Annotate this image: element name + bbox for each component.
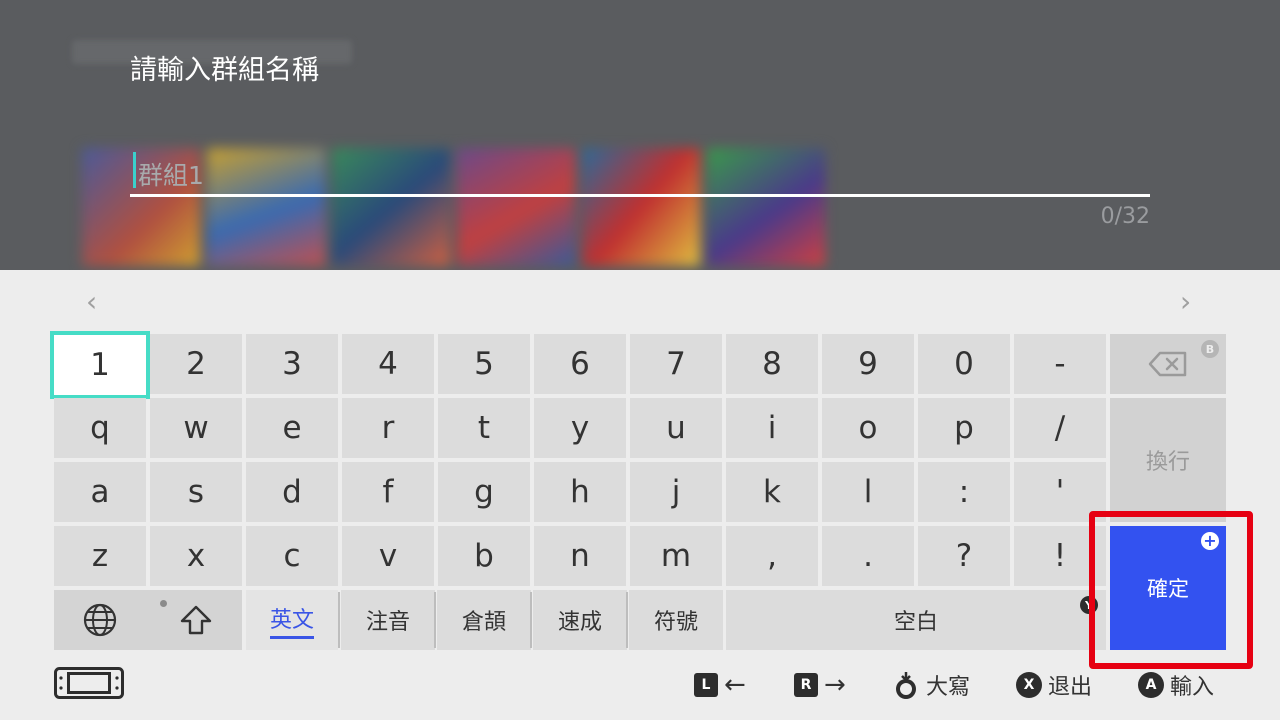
key-hyphen[interactable]: - — [1014, 334, 1106, 394]
key-h[interactable]: h — [534, 462, 626, 522]
hint-r-label: → — [824, 670, 846, 700]
mode-symbols[interactable]: 符號 — [629, 590, 723, 650]
next-page-arrow-icon[interactable]: › — [1180, 285, 1191, 318]
key-g[interactable]: g — [438, 462, 530, 522]
key-0[interactable]: 0 — [918, 334, 1010, 394]
newline-key[interactable]: 換行 — [1110, 398, 1226, 522]
key-p[interactable]: p — [918, 398, 1010, 458]
plus-button-badge-icon: + — [1201, 532, 1219, 550]
x-button-icon: X — [1016, 672, 1042, 698]
key-u[interactable]: u — [630, 398, 722, 458]
key-c[interactable]: c — [246, 526, 338, 586]
b-button-badge-icon: B — [1201, 340, 1219, 358]
a-button-icon: A — [1138, 672, 1164, 698]
hint-r-button: R → — [794, 670, 846, 700]
character-counter: 0/32 — [1100, 204, 1150, 229]
backspace-icon — [1148, 351, 1187, 377]
key-v[interactable]: v — [342, 526, 434, 586]
hint-stick-label: 大寫 — [926, 675, 971, 700]
mode-divider — [338, 592, 340, 648]
key-x[interactable]: x — [150, 526, 242, 586]
key-z[interactable]: z — [54, 526, 146, 586]
key-9[interactable]: 9 — [822, 334, 914, 394]
key-e[interactable]: e — [246, 398, 338, 458]
key-m[interactable]: m — [630, 526, 722, 586]
key-n[interactable]: n — [534, 526, 626, 586]
hint-a-button: A 輸入 — [1138, 670, 1214, 700]
key-3[interactable]: 3 — [246, 334, 338, 394]
input-placeholder: 群組1 — [138, 161, 204, 190]
handheld-console-icon — [54, 667, 124, 699]
mode-english[interactable]: 英文 — [246, 590, 338, 650]
dialog-title: 請輸入群組名稱 — [130, 55, 319, 86]
shift-arrow-icon — [180, 605, 212, 635]
key-question[interactable]: ? — [918, 526, 1010, 586]
key-slash[interactable]: / — [1014, 398, 1106, 458]
key-w[interactable]: w — [150, 398, 242, 458]
key-7[interactable]: 7 — [630, 334, 722, 394]
mode-zhuyin[interactable]: 注音 — [341, 590, 435, 650]
mode-quick[interactable]: 速成 — [533, 590, 627, 650]
space-key[interactable]: 空白 — [726, 590, 1106, 650]
key-t[interactable]: t — [438, 398, 530, 458]
hint-stick-press: 大寫 — [892, 670, 970, 700]
hint-x-button: X 退出 — [1016, 670, 1092, 700]
stick-press-icon — [896, 672, 916, 699]
r-button-icon: R — [794, 673, 818, 697]
shift-key[interactable] — [150, 590, 242, 650]
hint-l-label: ← — [724, 670, 746, 700]
mode-divider — [626, 592, 628, 648]
software-keyboard: ‹ › 1 2 3 4 5 6 7 8 9 0 - q w e r t y u … — [0, 270, 1280, 720]
shift-indicator-dot-icon — [160, 600, 167, 607]
mode-english-label: 英文 — [269, 602, 314, 639]
globe-key[interactable] — [54, 590, 146, 650]
key-i[interactable]: i — [726, 398, 818, 458]
key-5[interactable]: 5 — [438, 334, 530, 394]
mode-cangjie[interactable]: 倉頡 — [437, 590, 531, 650]
key-y[interactable]: y — [534, 398, 626, 458]
mode-divider — [434, 592, 436, 648]
key-l[interactable]: l — [822, 462, 914, 522]
key-period[interactable]: . — [822, 526, 914, 586]
text-caret — [133, 152, 136, 188]
button-hint-bar: L ← R → 大寫 X 退出 A 輸入 — [0, 667, 1280, 720]
prev-page-arrow-icon[interactable]: ‹ — [86, 285, 97, 318]
mode-divider — [530, 592, 532, 648]
key-r[interactable]: r — [342, 398, 434, 458]
hint-a-label: 輸入 — [1170, 675, 1215, 700]
key-comma[interactable]: , — [726, 526, 818, 586]
key-o[interactable]: o — [822, 398, 914, 458]
l-button-icon: L — [694, 673, 718, 697]
key-a[interactable]: a — [54, 462, 146, 522]
key-4[interactable]: 4 — [342, 334, 434, 394]
key-q[interactable]: q — [54, 398, 146, 458]
key-8[interactable]: 8 — [726, 334, 818, 394]
key-6[interactable]: 6 — [534, 334, 626, 394]
key-j[interactable]: j — [630, 462, 722, 522]
hint-x-label: 退出 — [1048, 675, 1093, 700]
hint-l-button: L ← — [694, 670, 746, 700]
key-1[interactable]: 1 — [50, 331, 150, 399]
key-d[interactable]: d — [246, 462, 338, 522]
key-2[interactable]: 2 — [150, 334, 242, 394]
key-b[interactable]: b — [438, 526, 530, 586]
key-s[interactable]: s — [150, 462, 242, 522]
key-k[interactable]: k — [726, 462, 818, 522]
globe-icon — [83, 603, 117, 637]
dimmed-background: 請輸入群組名稱 群組1 0/32 — [0, 0, 1280, 270]
group-name-input[interactable]: 群組1 — [130, 150, 1150, 197]
key-f[interactable]: f — [342, 462, 434, 522]
key-colon[interactable]: : — [918, 462, 1010, 522]
